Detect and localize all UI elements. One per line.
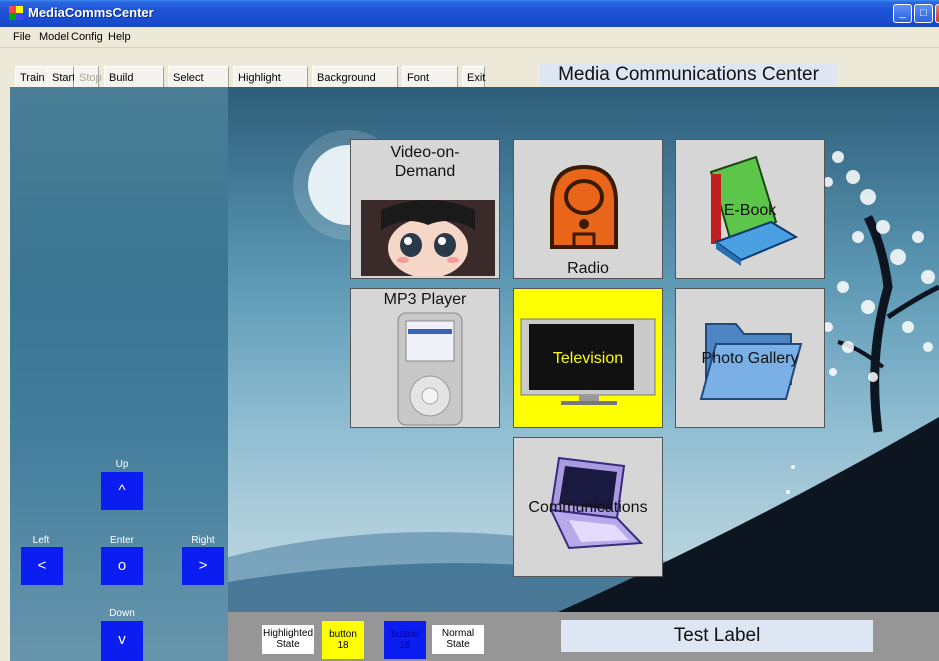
state-label-line: State xyxy=(276,639,300,650)
communications-tile[interactable]: Communications xyxy=(513,437,663,577)
left-button[interactable]: < xyxy=(21,547,63,585)
enter-button[interactable]: o xyxy=(101,547,143,585)
test-label: Test Label xyxy=(561,620,873,652)
menu-model[interactable]: Model xyxy=(39,31,69,43)
tile-label: Radio xyxy=(567,260,609,277)
radio-tile[interactable]: Radio xyxy=(513,139,663,279)
anime-portrait-image xyxy=(361,200,495,278)
highlighted-sample-button: button 18 xyxy=(322,621,364,659)
normal-sample-button: button 18 xyxy=(384,621,426,659)
minimize-button[interactable]: _ xyxy=(893,4,912,23)
tile-label: Video-on- Demand xyxy=(351,143,499,181)
tile-label: E-Book xyxy=(723,202,777,219)
maximize-button[interactable]: □ xyxy=(914,4,933,23)
stop-button[interactable]: Stop xyxy=(74,66,102,88)
up-label: Up xyxy=(115,459,129,470)
menu-bar xyxy=(0,27,939,48)
radio-icon xyxy=(544,162,624,252)
down-label: Down xyxy=(109,608,135,619)
video-on-demand-tile[interactable]: Video-on- Demand xyxy=(350,139,500,279)
mp3-player-tile[interactable]: MP3 Player xyxy=(350,288,500,428)
ipod-icon xyxy=(396,311,464,427)
highlight-colour-button[interactable]: Highlight Colour xyxy=(233,66,308,106)
tile-label-line: Demand xyxy=(394,163,456,180)
state-label-line: State xyxy=(446,639,470,650)
build-model-button[interactable]: Build Model xyxy=(104,66,164,106)
sample-button-line: 18 xyxy=(337,640,349,651)
minimize-icon: _ xyxy=(899,7,906,19)
exit-button[interactable]: Exit xyxy=(462,66,485,88)
select-model-button[interactable]: Select Model xyxy=(168,66,229,106)
tile-label: Photo Gallery xyxy=(701,350,799,367)
close-button[interactable]: X xyxy=(935,4,939,23)
television-tile[interactable]: Television xyxy=(513,288,663,428)
app-icon xyxy=(9,6,23,20)
menu-help[interactable]: Help xyxy=(108,31,131,43)
right-button[interactable]: > xyxy=(182,547,224,585)
up-button[interactable]: ^ xyxy=(101,472,143,510)
sample-button-line: 18 xyxy=(399,640,411,651)
tile-label: Television xyxy=(552,350,624,367)
down-button[interactable]: v xyxy=(101,621,143,661)
normal-state-label: Normal State xyxy=(432,625,484,654)
photo-gallery-tile[interactable]: Photo Gallery xyxy=(675,288,825,428)
right-label: Right xyxy=(191,535,215,546)
start-button[interactable]: Start xyxy=(47,66,75,88)
tile-label: MP3 Player xyxy=(383,291,467,308)
e-book-tile[interactable]: E-Book xyxy=(675,139,825,279)
background-colour-button[interactable]: Background Colour xyxy=(312,66,398,106)
maximize-icon: □ xyxy=(920,7,927,19)
tile-label-line: Video-on- xyxy=(390,144,460,161)
highlighted-state-label: Highlighted State xyxy=(262,625,314,654)
font-colour-button[interactable]: Font Colour xyxy=(402,66,458,106)
state-label-line: Highlighted xyxy=(262,628,314,639)
app-header-title: Media Communications Center xyxy=(540,64,837,86)
left-label: Left xyxy=(32,535,50,546)
sample-button-line: button xyxy=(391,629,419,640)
menu-file[interactable]: File xyxy=(13,31,31,43)
menu-config[interactable]: Config xyxy=(71,31,103,43)
sample-button-line: button xyxy=(329,629,357,640)
enter-label: Enter xyxy=(110,535,134,546)
window-title: MediaCommsCenter xyxy=(28,5,154,20)
tile-label: Communications xyxy=(528,499,648,516)
train-button[interactable]: Train xyxy=(15,66,48,88)
state-label-line: Normal xyxy=(441,628,475,639)
